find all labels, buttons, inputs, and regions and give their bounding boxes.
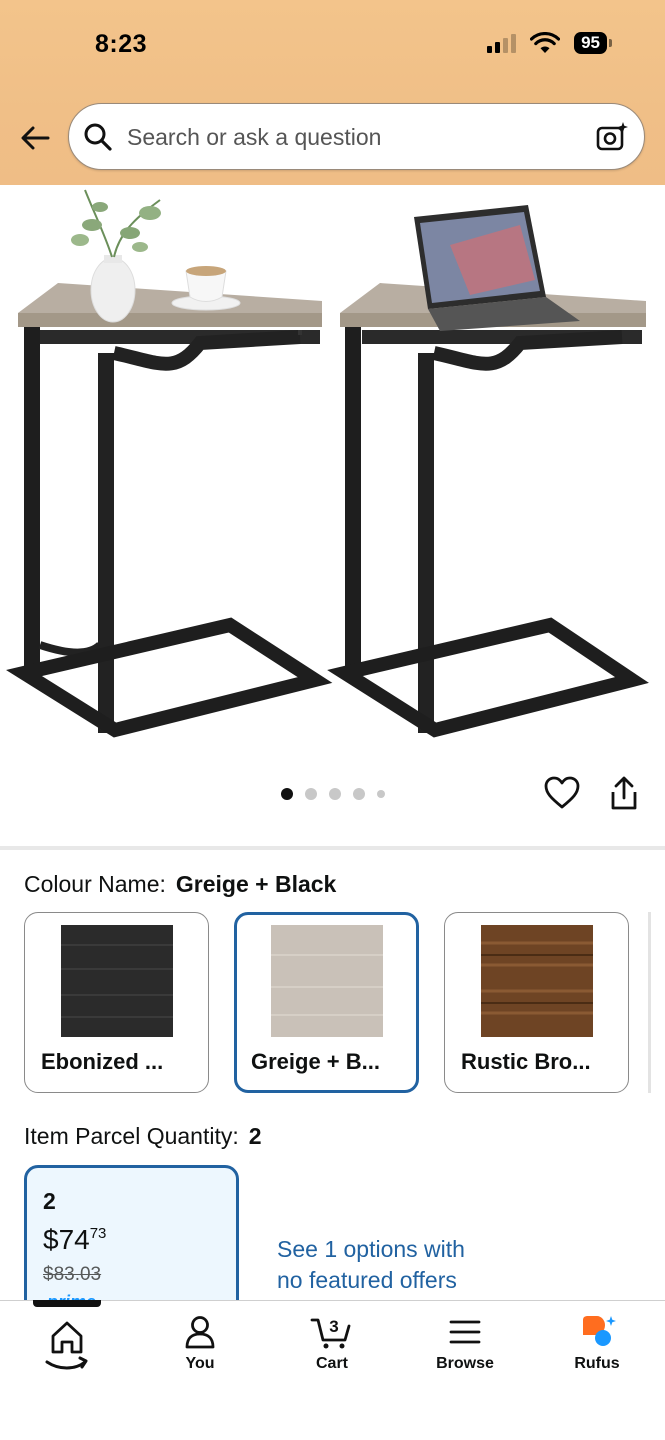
section-divider	[0, 846, 665, 850]
colour-swatches: Ebonized ... Greige + B... Rustic Bro...	[24, 912, 629, 1093]
carousel-dot[interactable]	[328, 788, 341, 800]
search-input[interactable]: Search or ask a question	[127, 124, 381, 151]
carousel-dot[interactable]	[304, 788, 317, 800]
battery-indicator: 95	[574, 32, 612, 54]
cart-icon: 3	[310, 1317, 351, 1349]
home-icon	[45, 1321, 88, 1370]
colour-option-rustic-brown[interactable]: Rustic Bro...	[444, 912, 629, 1093]
price: $7473	[43, 1224, 106, 1256]
camera-search-icon[interactable]	[594, 119, 630, 155]
price-cents: 73	[89, 1225, 107, 1242]
nav-label-cart: Cart	[315, 1355, 348, 1372]
heart-icon[interactable]	[543, 774, 581, 812]
nav-you[interactable]: You	[145, 1314, 255, 1373]
options-link-line1: See 1 options with	[277, 1236, 465, 1262]
right-table-illustration	[327, 205, 649, 738]
swatch-scroll-edge	[648, 912, 651, 1093]
nav-label-you: You	[185, 1355, 215, 1372]
nav-rufus[interactable]: Rufus	[542, 1314, 652, 1373]
left-table-illustration	[6, 189, 333, 738]
swatch-label: Greige + B...	[251, 1049, 380, 1074]
see-options-link[interactable]: See 1 options with no featured offers	[277, 1234, 465, 1296]
product-image[interactable]	[0, 185, 665, 765]
search-bar[interactable]: Search or ask a question	[68, 103, 645, 170]
share-icon[interactable]	[606, 774, 642, 812]
swatch-label: Rustic Bro...	[461, 1049, 591, 1074]
nav-cart[interactable]: 3 Cart	[277, 1314, 387, 1373]
menu-icon	[449, 1320, 481, 1344]
swatch-label: Ebonized ...	[41, 1049, 164, 1074]
search-icon	[84, 123, 112, 151]
status-time: 8:23	[95, 30, 148, 58]
quantity-row: Item Parcel Quantity: 2	[24, 1123, 262, 1150]
back-arrow-icon[interactable]	[18, 120, 54, 156]
price-dollars: $74	[43, 1224, 90, 1255]
quantity-option-qty: 2	[43, 1188, 56, 1214]
swatch-image	[481, 925, 593, 1037]
carousel-dot[interactable]	[376, 790, 385, 798]
swatch-image	[61, 925, 173, 1037]
status-icons: 95	[487, 32, 612, 54]
nav-active-indicator	[33, 1300, 101, 1307]
colour-label: Colour Name:	[24, 871, 166, 897]
carousel-dot[interactable]	[280, 788, 293, 800]
app-header: 8:23 95 Search or ask a question	[0, 0, 665, 185]
list-price: $83.03	[43, 1264, 102, 1285]
cellular-signal-icon	[487, 33, 517, 53]
nav-home[interactable]	[12, 1314, 122, 1374]
user-icon	[185, 1316, 215, 1349]
rufus-icon	[583, 1316, 616, 1346]
swatch-image	[271, 925, 383, 1037]
wifi-icon	[530, 32, 561, 53]
carousel-dot[interactable]	[352, 788, 365, 800]
nav-browse[interactable]: Browse	[410, 1314, 520, 1373]
cart-count: 3	[329, 1317, 338, 1336]
colour-name-row: Colour Name: Greige + Black	[24, 871, 336, 898]
colour-option-greige[interactable]: Greige + B...	[234, 912, 419, 1093]
colour-value: Greige + Black	[175, 871, 337, 897]
options-link-line2: no featured offers	[277, 1267, 457, 1293]
colour-option-ebonized[interactable]: Ebonized ...	[24, 912, 209, 1093]
nav-label-browse: Browse	[436, 1355, 494, 1372]
quantity-value: 2	[248, 1123, 262, 1149]
nav-label-rufus: Rufus	[574, 1355, 620, 1372]
quantity-label: Item Parcel Quantity:	[24, 1123, 239, 1149]
